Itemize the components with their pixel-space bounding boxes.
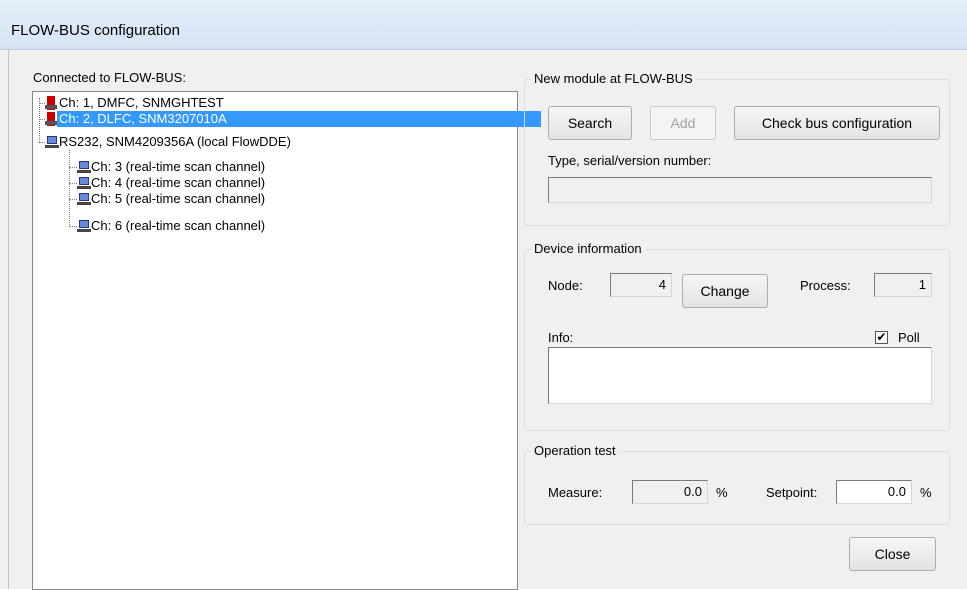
- new-module-caption: New module at FLOW-BUS: [531, 71, 696, 86]
- process-field[interactable]: 1: [874, 273, 932, 297]
- computer-icon: [45, 136, 59, 148]
- operation-test-group: Operation test Measure: 0.0 % Setpoint: …: [524, 443, 950, 525]
- node-field[interactable]: 4: [610, 273, 672, 297]
- tree-line: [69, 183, 77, 184]
- computer-icon: [77, 220, 91, 232]
- measure-field[interactable]: 0.0: [632, 480, 708, 504]
- tree-line: [69, 167, 77, 168]
- computer-icon: [77, 193, 91, 205]
- search-button[interactable]: Search: [548, 106, 632, 140]
- tree-item-label: Ch: 2, DLFC, SNM3207010A: [57, 111, 541, 127]
- tree-item-label: Ch: 3 (real-time scan channel): [91, 159, 266, 174]
- change-node-button[interactable]: Change: [682, 274, 768, 308]
- setpoint-field[interactable]: 0.0: [836, 480, 912, 504]
- computer-icon: [77, 177, 91, 189]
- add-button[interactable]: Add: [650, 106, 716, 140]
- tree-item[interactable]: Ch: 4 (real-time scan channel): [77, 175, 267, 191]
- tree-line: [39, 98, 40, 142]
- title-bar[interactable]: FLOW-BUS configuration: [0, 0, 967, 50]
- close-button[interactable]: Close: [849, 537, 936, 571]
- tree-item-label: Ch: 5 (real-time scan channel): [91, 191, 266, 206]
- setpoint-label: Setpoint:: [766, 485, 818, 500]
- check-bus-configuration-button[interactable]: Check bus configuration: [734, 106, 940, 140]
- device-information-caption: Device information: [531, 241, 645, 256]
- tree-item-selected[interactable]: Ch: 2, DLFC, SNM3207010A: [45, 111, 541, 127]
- tree-label: Connected to FLOW-BUS:: [33, 70, 186, 85]
- dialog-client: Connected to FLOW-BUS: Ch: 1, DMFC, SNMG…: [8, 50, 967, 590]
- device-information-group: Device information Node: 4 Change Proces…: [524, 241, 950, 431]
- tree-line: [69, 199, 77, 200]
- type-serial-field[interactable]: [548, 177, 932, 203]
- tree-item[interactable]: Ch: 6 (real-time scan channel): [77, 218, 267, 234]
- tree-item-label: Ch: 6 (real-time scan channel): [91, 218, 266, 233]
- tree-item[interactable]: RS232, SNM4209356A (local FlowDDE): [45, 134, 293, 150]
- process-label: Process:: [800, 278, 851, 293]
- new-module-group: New module at FLOW-BUS Search Add Check …: [524, 71, 950, 226]
- flow-device-icon: [45, 112, 57, 126]
- poll-checkbox[interactable]: ✔: [875, 331, 888, 344]
- flowbus-tree[interactable]: Ch: 1, DMFC, SNMGHTEST Ch: 2, DLFC, SNM3…: [32, 91, 541, 590]
- operation-test-caption: Operation test: [531, 443, 619, 458]
- tree-item-label: Ch: 1, DMFC, SNMGHTEST: [59, 95, 224, 110]
- poll-label: Poll: [898, 330, 920, 345]
- measure-unit: %: [716, 485, 728, 500]
- info-label: Info:: [548, 330, 574, 345]
- tree-item[interactable]: Ch: 3 (real-time scan channel): [77, 159, 267, 175]
- flow-device-icon: [45, 96, 57, 110]
- setpoint-unit: %: [920, 485, 932, 500]
- measure-label: Measure:: [548, 485, 603, 500]
- flowbus-config-window: FLOW-BUS configuration Connected to FLOW…: [0, 0, 967, 590]
- computer-icon: [77, 161, 91, 173]
- tree-line: [69, 150, 70, 227]
- node-label: Node:: [548, 278, 583, 293]
- type-serial-label: Type, serial/version number:: [548, 153, 712, 168]
- window-title: FLOW-BUS configuration: [11, 22, 180, 39]
- tree-item-label: Ch: 4 (real-time scan channel): [91, 175, 266, 190]
- info-textarea[interactable]: [548, 347, 932, 404]
- tree-item[interactable]: Ch: 5 (real-time scan channel): [77, 191, 267, 207]
- tree-item[interactable]: Ch: 1, DMFC, SNMGHTEST: [45, 95, 226, 111]
- tree-item-label: RS232, SNM4209356A (local FlowDDE): [59, 134, 291, 149]
- tree-line: [69, 226, 77, 227]
